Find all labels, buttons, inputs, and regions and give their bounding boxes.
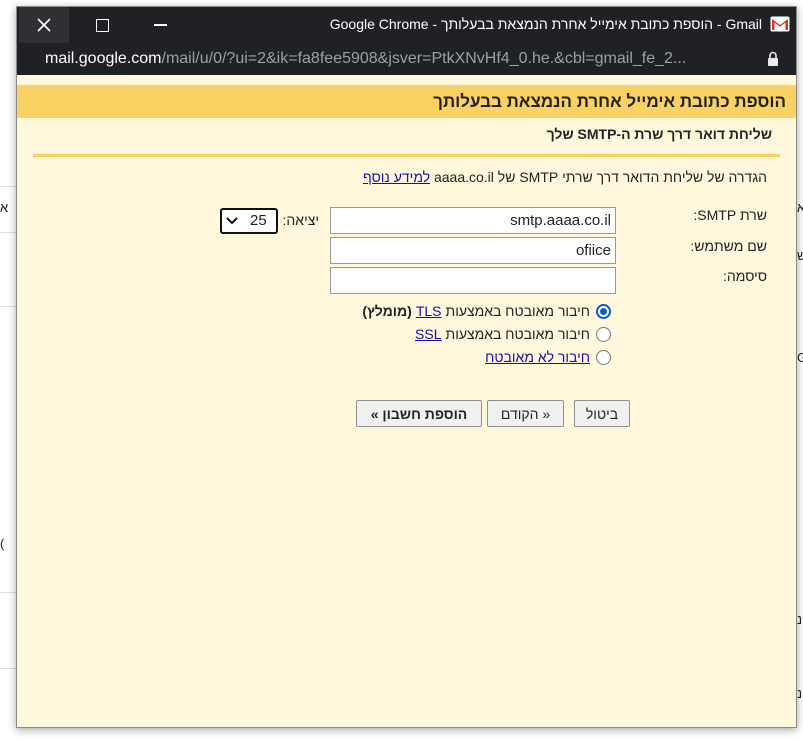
divider bbox=[33, 154, 780, 157]
ssl-link[interactable]: SSL bbox=[415, 326, 441, 342]
unsecured-link[interactable]: חיבור לא מאובטח bbox=[485, 349, 590, 365]
background-text: נ bbox=[797, 686, 803, 701]
url-path: /mail/u/0/?ui=2&ik=fa8fee5908&jsver=PtkX… bbox=[161, 50, 687, 67]
tls-radio[interactable] bbox=[596, 303, 611, 319]
lock-icon[interactable] bbox=[767, 51, 779, 67]
ssl-option[interactable]: חיבור מאובטח באמצעות SSL bbox=[415, 323, 611, 345]
description: הגדרה של שליחת הדואר דרך שרתי SMTP של aa… bbox=[363, 169, 767, 185]
username-label: שם משתמש: bbox=[690, 238, 767, 254]
ssl-option-label: חיבור מאובטח באמצעות bbox=[445, 326, 590, 342]
password-input[interactable] bbox=[330, 267, 616, 294]
background-text: ( bbox=[0, 536, 5, 551]
address-bar: mail.google.com/mail/u/0/?ui=2&ik=fa8fee… bbox=[17, 43, 796, 75]
chevron-down-icon bbox=[226, 217, 238, 225]
background-page-left bbox=[0, 0, 16, 738]
tls-option[interactable]: חיבור מאובטח באמצעות TLS (מומלץ) bbox=[362, 300, 611, 322]
background-divider bbox=[0, 668, 16, 669]
gmail-icon bbox=[770, 16, 790, 32]
port-label: יציאה: bbox=[282, 212, 319, 228]
learn-more-link[interactable]: למידע נוסף bbox=[363, 169, 430, 185]
maximize-button[interactable] bbox=[77, 7, 127, 43]
dialog-title: הוספת כתובת אימייל אחרת הנמצאת בבעלותך bbox=[433, 91, 786, 111]
url-host: mail.google.com bbox=[45, 50, 162, 67]
background-divider bbox=[0, 186, 16, 187]
background-divider bbox=[0, 306, 16, 307]
close-icon bbox=[37, 18, 51, 32]
popup-window: Gmail - הוספת כתובת אימייל אחרת הנמצאת ב… bbox=[16, 6, 797, 728]
dialog-subtitle: שליחת דואר דרך שרת ה-SMTP שלך bbox=[546, 126, 772, 142]
tls-option-label: חיבור מאובטח באמצעות bbox=[445, 303, 590, 319]
back-button[interactable]: « הקודם bbox=[487, 400, 564, 427]
add-account-button[interactable]: הוספת חשבון » bbox=[356, 400, 482, 427]
background-text: א bbox=[797, 200, 803, 215]
background-divider bbox=[0, 592, 16, 593]
maximize-icon bbox=[95, 18, 109, 32]
background-page-right bbox=[797, 0, 803, 738]
background-text: G bbox=[797, 350, 803, 365]
recommended-note: (מומלץ) bbox=[362, 303, 412, 319]
background-text: נ bbox=[797, 612, 803, 627]
username-input[interactable] bbox=[330, 237, 616, 264]
description-text: הגדרה של שליחת הדואר דרך שרתי SMTP של aa… bbox=[433, 169, 767, 185]
window-title: Gmail - הוספת כתובת אימייל אחרת הנמצאת ב… bbox=[329, 16, 762, 32]
password-label: סיסמה: bbox=[723, 268, 767, 284]
port-value: 25 bbox=[250, 212, 267, 229]
unsecured-option[interactable]: חיבור לא מאובטח bbox=[485, 346, 611, 368]
close-button[interactable] bbox=[19, 7, 69, 43]
port-select[interactable]: 25 bbox=[220, 208, 278, 234]
background-divider bbox=[0, 232, 16, 233]
smtp-server-label: שרת SMTP: bbox=[693, 207, 767, 223]
ssl-radio[interactable] bbox=[596, 326, 611, 342]
smtp-server-input[interactable] bbox=[330, 207, 616, 234]
url-text[interactable]: mail.google.com/mail/u/0/?ui=2&ik=fa8fee… bbox=[45, 50, 757, 68]
minimize-icon bbox=[153, 24, 167, 26]
dialog-header: הוספת כתובת אימייל אחרת הנמצאת בבעלותך bbox=[17, 85, 796, 118]
cancel-button[interactable]: ביטול bbox=[574, 400, 630, 427]
background-text: א bbox=[0, 200, 9, 215]
minimize-button[interactable] bbox=[135, 7, 185, 43]
background-text: ש bbox=[797, 248, 803, 263]
unsecured-radio[interactable] bbox=[596, 349, 611, 365]
tls-link[interactable]: TLS bbox=[416, 303, 442, 319]
title-bar: Gmail - הוספת כתובת אימייל אחרת הנמצאת ב… bbox=[17, 7, 796, 43]
